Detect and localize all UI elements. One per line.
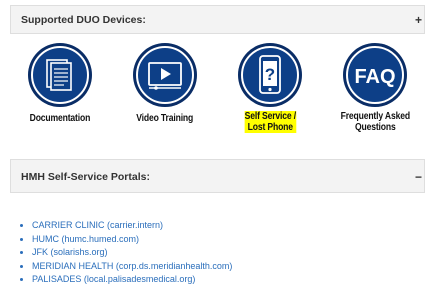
portals-panel-header[interactable]: HMH Self-Service Portals: − [10,159,425,193]
list-item: PALISADES (local.palisadesmedical.org) [32,273,232,287]
faq-icon: FAQ [343,43,407,107]
faq-tile[interactable]: FAQ Frequently Asked Questions [325,42,425,135]
documentation-tile[interactable]: Documentation [10,42,110,126]
faq-label-line2: Questions [354,121,396,133]
faq-label[interactable]: Frequently Asked Questions [340,111,409,133]
list-item: MERIDIAN HEALTH (corp.ds.meridianhealth.… [32,260,232,274]
devices-panel-title: Supported DUO Devices: [21,14,146,26]
svg-text:?: ? [265,65,275,84]
portal-link-palisades[interactable]: PALISADES (local.palisadesmedical.org) [32,274,195,284]
collapse-toggle-icon[interactable]: − [415,170,422,184]
documents-icon [28,43,92,107]
documentation-label[interactable]: Documentation [30,113,91,124]
phone-question-icon: ? [238,43,302,107]
portal-link-jfk[interactable]: JFK (solarishs.org) [32,247,108,257]
self-service-label-line2: Lost Phone [247,121,293,133]
video-training-tile[interactable]: Video Training [115,42,215,126]
list-item: JFK (solarishs.org) [32,246,232,260]
device-icons-row: Documentation Video Training ? Self Serv… [10,42,425,152]
video-training-label[interactable]: Video Training [137,113,194,124]
portal-link-meridian-health[interactable]: MERIDIAN HEALTH (corp.ds.meridianhealth.… [32,261,232,271]
portals-panel-title: HMH Self-Service Portals: [21,171,150,183]
expand-toggle-icon[interactable]: + [415,13,422,27]
self-service-label[interactable]: Self Service / Lost Phone [244,111,296,133]
video-player-icon [133,43,197,107]
devices-panel-header[interactable]: Supported DUO Devices: + [10,5,425,34]
self-service-tile[interactable]: ? Self Service / Lost Phone [220,42,320,135]
faq-icon-text: FAQ [354,66,395,88]
list-item: CARRIER CLINIC (carrier.intern) [32,219,232,233]
portal-list: CARRIER CLINIC (carrier.intern) HUMC (hu… [20,219,232,287]
portal-link-carrier-clinic[interactable]: CARRIER CLINIC (carrier.intern) [32,220,163,230]
list-item: HUMC (humc.humed.com) [32,233,232,247]
portal-link-humc[interactable]: HUMC (humc.humed.com) [32,234,139,244]
